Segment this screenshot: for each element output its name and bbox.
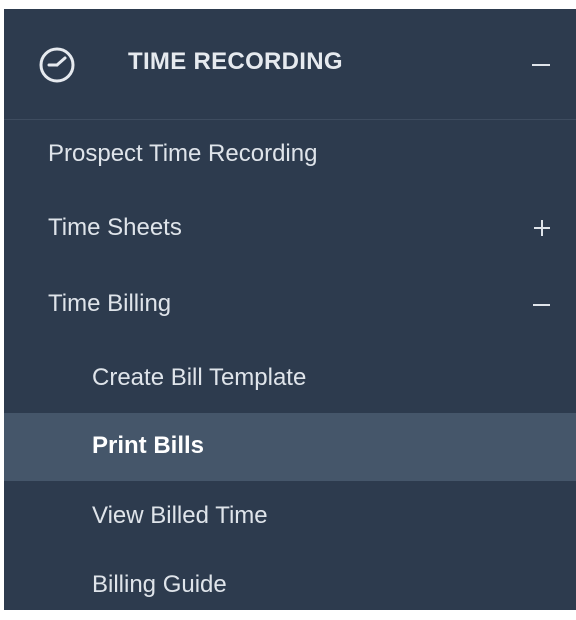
menu-item-label: Time Sheets xyxy=(48,214,182,241)
menu-item-time-billing[interactable]: Time Billing xyxy=(4,271,576,339)
minus-icon[interactable] xyxy=(533,304,550,306)
menu-item-create-bill-template[interactable]: Create Bill Template xyxy=(4,345,576,413)
menu-item-label: Prospect Time Recording xyxy=(48,140,318,167)
menu-item-label: Billing Guide xyxy=(92,571,227,598)
menu-item-print-bills[interactable]: Print Bills xyxy=(4,413,576,481)
menu-item-time-sheets[interactable]: Time Sheets xyxy=(4,195,576,263)
section-title: TIME RECORDING xyxy=(128,48,343,75)
sidebar-nav: TIME RECORDING Prospect Time Recording T… xyxy=(4,9,576,610)
plus-icon[interactable] xyxy=(534,220,550,236)
menu-item-label: Time Billing xyxy=(48,290,172,317)
menu-item-label: Create Bill Template xyxy=(92,364,307,391)
menu-item-view-billed-time[interactable]: View Billed Time xyxy=(4,483,576,551)
menu-item-label: Print Bills xyxy=(92,432,205,459)
section-header-time-recording[interactable]: TIME RECORDING xyxy=(4,9,576,120)
menu-item-billing-guide[interactable]: Billing Guide xyxy=(4,552,576,620)
menu-item-prospect-time-recording[interactable]: Prospect Time Recording xyxy=(4,121,576,189)
clock-icon xyxy=(39,47,75,83)
menu-item-label: View Billed Time xyxy=(92,502,268,529)
minus-icon[interactable] xyxy=(532,64,550,66)
